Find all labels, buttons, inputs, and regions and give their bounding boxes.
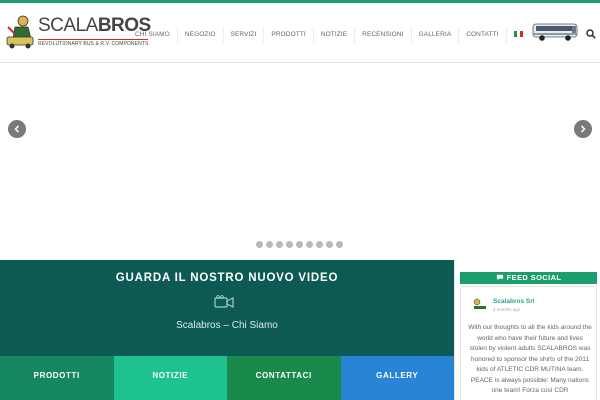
- slider-dot[interactable]: [266, 241, 273, 248]
- slider-dot[interactable]: [276, 241, 283, 248]
- mascot-logo-icon: [6, 15, 34, 49]
- nav-item-servizi[interactable]: Servizi: [222, 27, 264, 43]
- nav-item-prodotti[interactable]: Prodotti: [263, 27, 312, 43]
- slider-dot[interactable]: [336, 241, 343, 248]
- nav-item-chi-siamo[interactable]: Chi Siamo: [128, 27, 177, 43]
- cta-contattaci-button[interactable]: CONTATTACI: [227, 356, 341, 400]
- feed-timestamp: 4 months ago: [493, 307, 521, 312]
- chevron-left-icon: [14, 125, 20, 133]
- feed-post: Scalabros Srl 4 months ago With our thou…: [460, 286, 597, 400]
- slider-pagination: [256, 241, 346, 248]
- main-nav: Chi Siamo Negozio Servizi Prodotti Notiz…: [128, 27, 530, 43]
- video-link[interactable]: Scalabros – Chi Siamo: [0, 320, 454, 331]
- hero-slider: [0, 64, 600, 260]
- feed-heading: FEED SOCIAL: [460, 272, 597, 284]
- video-camera-icon[interactable]: [214, 295, 234, 309]
- slider-dot[interactable]: [316, 241, 323, 248]
- site-header: SCALABROS REVOLUTIONARY BUS & R.V. COMPO…: [0, 3, 600, 63]
- slider-dot[interactable]: [306, 241, 313, 248]
- cta-gallery-button[interactable]: GALLERY: [340, 356, 454, 400]
- slider-prev-button[interactable]: [8, 120, 26, 138]
- feed-post-text: With our thoughts to all the kids around…: [468, 324, 592, 394]
- social-feed: FEED SOCIAL Scalabros Srl 4 months ago W…: [454, 260, 600, 400]
- feed-author[interactable]: Scalabros Srl: [493, 298, 535, 305]
- nav-item-notizie[interactable]: Notizie: [312, 27, 354, 43]
- cta-bar: PRODOTTI NOTIZIE CONTATTACI GALLERY: [0, 356, 454, 400]
- nav-item-galleria[interactable]: Galleria: [410, 27, 459, 43]
- slider-next-button[interactable]: [574, 120, 592, 138]
- nav-item-contatti[interactable]: Contatti: [458, 27, 505, 43]
- search-icon[interactable]: [586, 29, 596, 39]
- feed-heading-label: FEED SOCIAL: [506, 273, 562, 282]
- cta-notizie-button[interactable]: NOTIZIE: [113, 356, 227, 400]
- comment-icon: [496, 274, 503, 281]
- bus-icon: [532, 23, 578, 41]
- avatar[interactable]: [472, 297, 488, 311]
- cta-prodotti-button[interactable]: PRODOTTI: [0, 356, 114, 400]
- slider-dot[interactable]: [256, 241, 263, 248]
- nav-item-negozio[interactable]: Negozio: [176, 27, 223, 43]
- video-title: GUARDA IL NOSTRO NUOVO VIDEO: [115, 272, 339, 284]
- slider-dot[interactable]: [286, 241, 293, 248]
- nav-item-recensioni[interactable]: Recensioni: [354, 27, 410, 43]
- slider-dot[interactable]: [326, 241, 333, 248]
- scalabros-logo[interactable]: SCALABROS REVOLUTIONARY BUS & R.V. COMPO…: [4, 13, 151, 51]
- italy-flag-icon: [513, 31, 523, 38]
- nav-item-language[interactable]: [505, 27, 530, 43]
- video-section: GUARDA IL NOSTRO NUOVO VIDEO Scalabros –…: [0, 260, 454, 356]
- slider-dot[interactable]: [296, 241, 303, 248]
- chevron-right-icon: [580, 125, 586, 133]
